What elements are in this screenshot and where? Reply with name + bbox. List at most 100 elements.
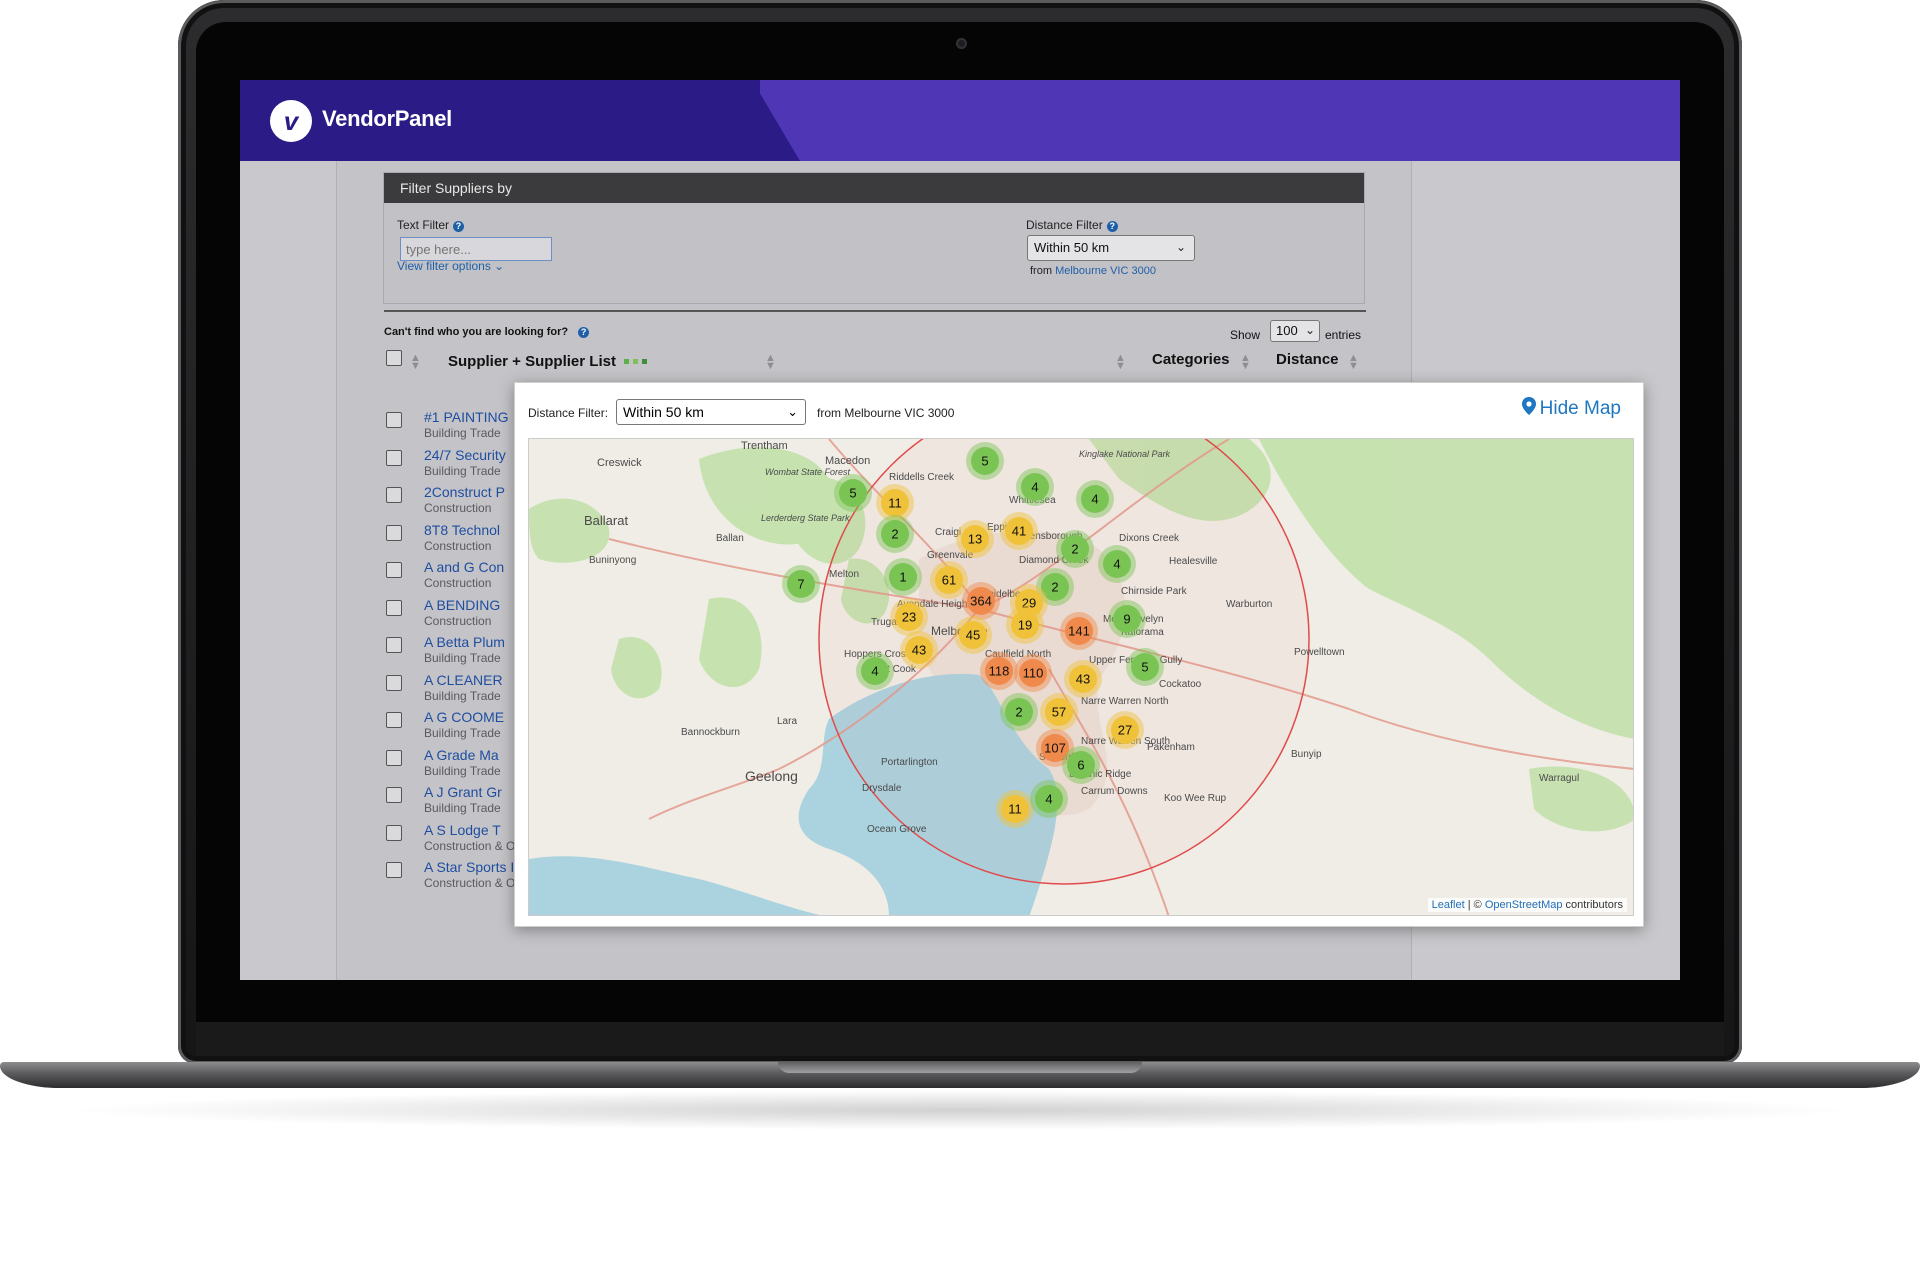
leaflet-link[interactable]: Leaflet (1432, 899, 1465, 911)
supplier-column-header[interactable]: Supplier + Supplier List (448, 351, 648, 370)
chevron-down-icon: ⌄ (494, 259, 505, 273)
cluster-marker[interactable]: 6 (1062, 746, 1100, 784)
row-checkbox[interactable] (386, 674, 402, 691)
cluster-marker[interactable]: 43 (1064, 660, 1102, 698)
map-canvas[interactable]: Creswick Trentham Macedon Riddells Creek Wom… (528, 438, 1634, 916)
supplier-list-name: Building Trade (424, 801, 501, 815)
header-dark-band (240, 80, 760, 161)
supplier-name-link[interactable]: A CLEANER (424, 672, 503, 688)
cluster-marker[interactable]: 7 (782, 565, 820, 603)
help-icon[interactable]: ? (453, 221, 465, 232)
laptop-shadow (60, 1090, 1860, 1130)
row-checkbox[interactable] (386, 862, 402, 878)
brand-name[interactable]: VendorPanel (322, 106, 452, 132)
row-checkbox[interactable] (386, 487, 402, 503)
row-checkbox[interactable] (386, 637, 402, 653)
cluster-count: 2 (1071, 542, 1078, 557)
town-label: Buninyong (589, 555, 636, 566)
cluster-marker[interactable]: 141 (1060, 612, 1098, 650)
cluster-marker[interactable]: 27 (1106, 711, 1144, 749)
sort-icon[interactable]: ▲ ▼ (765, 353, 776, 372)
map-svg[interactable]: Creswick Trentham Macedon Riddells Creek Wom… (529, 439, 1634, 916)
supplier-name-link[interactable]: A S Lodge T (424, 822, 501, 838)
cluster-marker[interactable]: 2 (876, 515, 914, 553)
cluster-marker[interactable]: 23 (890, 598, 928, 636)
sort-icon[interactable]: ▲ ▼ (1240, 353, 1251, 372)
text-filter-input[interactable] (400, 237, 552, 261)
hide-map-button[interactable]: Hide Map (1521, 397, 1621, 420)
supplier-list-name: Construction (424, 613, 492, 628)
help-icon[interactable]: ? (578, 327, 590, 338)
row-checkbox[interactable] (386, 824, 402, 841)
cluster-marker[interactable]: 19 (1006, 606, 1044, 644)
row-checkbox[interactable] (386, 562, 402, 578)
supplier-name-link[interactable]: A J Grant Gr (424, 784, 502, 800)
distance-column-header[interactable]: Distance (1276, 351, 1339, 368)
cluster-marker[interactable]: 4 (1030, 780, 1068, 818)
cluster-marker[interactable]: 5 (1126, 648, 1164, 686)
cluster-marker[interactable]: 43 (900, 631, 938, 669)
row-checkbox[interactable] (386, 524, 402, 541)
town-label: Healesville (1169, 556, 1218, 567)
cluster-marker[interactable]: 110 (1014, 654, 1052, 692)
vendorpanel-logo-icon[interactable]: v (270, 100, 312, 142)
cluster-marker[interactable]: 45 (954, 616, 992, 654)
cluster-marker[interactable]: 13 (956, 520, 994, 558)
distance-from-text: from Melbourne VIC 3000 (1030, 265, 1156, 277)
town-label: Creswick (597, 457, 642, 469)
supplier-name-link[interactable]: 8T8 Technol (424, 522, 500, 538)
cluster-count: 4 (1113, 557, 1120, 572)
categories-column-header[interactable]: Categories (1152, 351, 1230, 368)
view-filter-options-link[interactable]: View filter options ⌄ (397, 259, 504, 273)
cluster-marker[interactable]: 41 (1000, 512, 1038, 550)
supplier-name-link[interactable]: A G COOME (424, 709, 504, 725)
row-checkbox[interactable] (386, 412, 402, 428)
entries-select[interactable]: 100 ⌄ (1270, 320, 1320, 342)
sort-icon[interactable]: ▲ ▼ (410, 353, 421, 372)
row-checkbox[interactable] (386, 599, 402, 616)
from-location-link[interactable]: Melbourne VIC 3000 (1055, 265, 1156, 277)
cluster-count: 61 (942, 573, 956, 588)
town-label: Ballan (716, 533, 744, 544)
cluster-marker[interactable]: 364 (962, 582, 1000, 620)
town-label: Carrum Downs (1081, 786, 1148, 797)
cluster-marker[interactable]: 118 (980, 652, 1018, 690)
cluster-marker[interactable]: 4 (1098, 545, 1136, 583)
map-distance-select[interactable]: Within 50 km ⌄ (616, 399, 806, 425)
row-checkbox[interactable] (386, 749, 402, 766)
cluster-marker[interactable]: 2 (1000, 693, 1038, 731)
supplier-name-link[interactable]: #1 PAINTING (424, 409, 509, 425)
supplier-name-link[interactable]: A Betta Plum (424, 634, 505, 650)
supplier-name-link[interactable]: 2Construct P (424, 484, 505, 500)
map-from-text: from Melbourne VIC 3000 (817, 406, 955, 420)
cluster-marker[interactable]: 9 (1108, 600, 1146, 638)
cluster-count: 43 (1076, 672, 1090, 687)
select-all-checkbox[interactable] (386, 350, 402, 366)
cluster-marker[interactable]: 61 (930, 561, 968, 599)
help-icon[interactable]: ? (1106, 221, 1118, 232)
supplier-name-link[interactable]: A Grade Ma (424, 747, 499, 763)
cluster-marker[interactable]: 4 (1016, 468, 1054, 506)
cluster-marker[interactable]: 4 (1076, 480, 1114, 518)
laptop-chin (196, 1022, 1724, 1056)
show-label: Show (1230, 328, 1261, 342)
cluster-marker[interactable]: 5 (966, 442, 1004, 480)
cluster-marker[interactable]: 5 (834, 474, 872, 512)
supplier-name-link[interactable]: A and G Con (424, 559, 504, 575)
distance-filter-select[interactable]: Within 50 km ⌄ (1027, 235, 1195, 261)
town-label: Koo Wee Rup (1164, 793, 1227, 804)
row-checkbox[interactable] (386, 787, 402, 803)
cluster-marker[interactable]: 11 (996, 790, 1034, 828)
supplier-name-link[interactable]: 24/7 Security (424, 447, 506, 463)
supplier-name-link[interactable]: A BENDING (424, 597, 500, 613)
osm-link[interactable]: OpenStreetMap (1485, 899, 1563, 911)
cluster-marker[interactable]: 57 (1040, 693, 1078, 731)
map-distance-label: Distance Filter: (528, 406, 609, 420)
cluster-marker[interactable]: 2 (1056, 530, 1094, 568)
row-checkbox[interactable] (386, 712, 402, 728)
sort-icon[interactable]: ▲ ▼ (1348, 353, 1359, 372)
cluster-marker[interactable]: 1 (884, 558, 922, 596)
sort-icon[interactable]: ▲ ▼ (1115, 353, 1126, 372)
cluster-marker[interactable]: 4 (856, 652, 894, 690)
row-checkbox[interactable] (386, 449, 402, 466)
